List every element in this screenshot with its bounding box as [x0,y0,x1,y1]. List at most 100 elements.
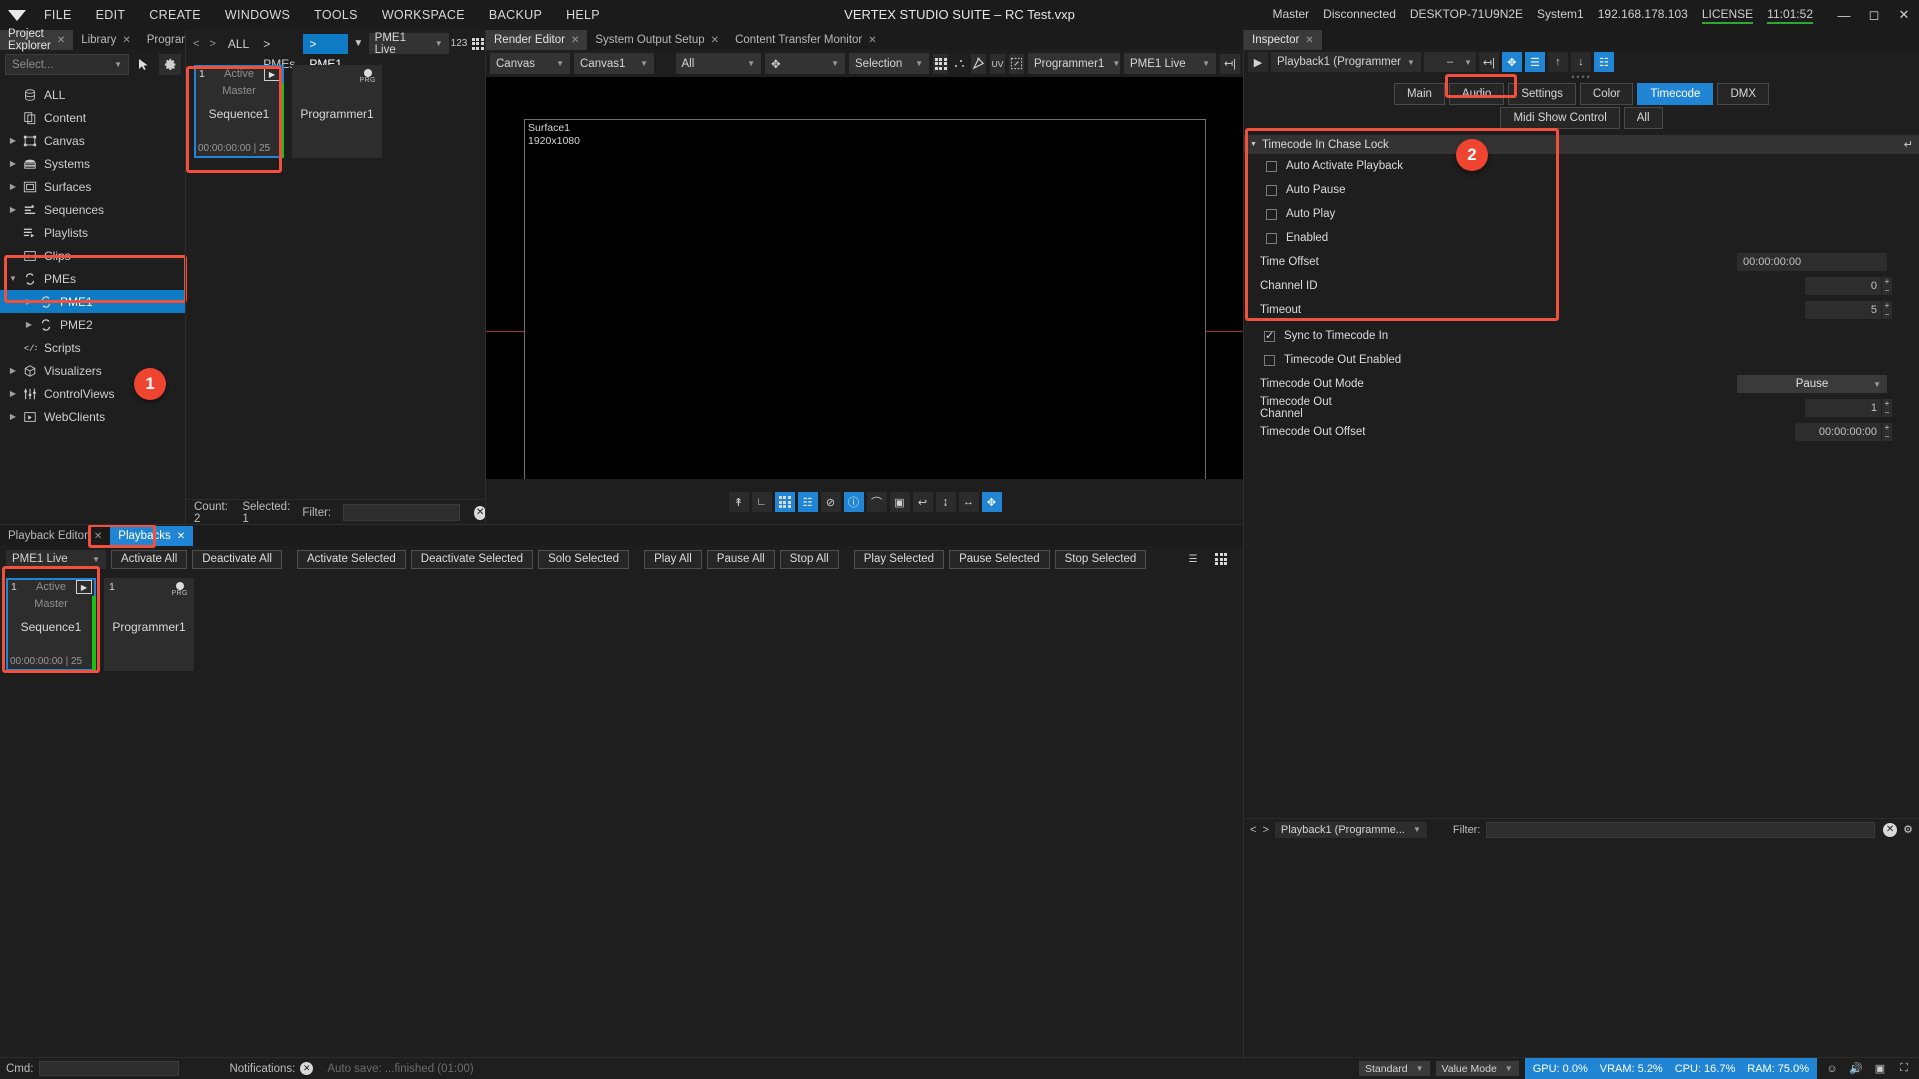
tree-item-pme2[interactable]: ▶ PME2 [0,313,186,336]
chevron-right-icon[interactable]: ▶ [22,297,36,306]
camera-icon[interactable]: ▣ [889,492,910,512]
grid-icon[interactable] [774,492,795,512]
nosnap-icon[interactable]: ⊘ [820,492,841,512]
playbacks-button-deactivate-all[interactable]: Deactivate All [192,549,282,569]
up-arrow-icon[interactable]: ↑ [1547,52,1568,72]
decrement-icon[interactable]: − [1882,408,1892,417]
selection-mode-dropdown[interactable]: Selection ▼ [849,53,929,74]
bounds-icon[interactable] [1009,53,1024,74]
increment-icon[interactable]: + [1882,277,1892,286]
playbacks-button-pause-selected[interactable]: Pause Selected [949,549,1050,569]
snap-icon[interactable]: ↟ [728,492,749,512]
undo-icon[interactable]: ↩ [912,492,933,512]
programmer-dropdown[interactable]: Programmer1 ▼ [1028,53,1120,74]
playbacks-button-play-all[interactable]: Play All [644,549,702,569]
grid-icon[interactable] [933,53,948,74]
info-icon[interactable]: ⓘ [843,492,864,512]
inspector-tab-color[interactable]: Color [1579,83,1634,105]
grid-view-icon[interactable] [469,33,486,54]
close-icon[interactable]: ✕ [177,531,185,542]
move-tool-dropdown[interactable]: ✥ ▼ [765,53,845,74]
tab-playbacks[interactable]: Playbacks ✕ [110,526,194,546]
inspector-tab-audio[interactable]: Audio [1448,83,1505,105]
status-11-01-52[interactable]: 11:01:52 [1767,7,1813,24]
back-icon[interactable]: < [189,38,203,50]
increment-icon[interactable]: + [1882,423,1892,432]
curve-icon[interactable]: ⌒ [866,492,887,512]
grid-view-icon[interactable] [1210,549,1232,570]
list-icon[interactable]: ☰ [1524,52,1545,72]
spinner[interactable]: + − [1882,423,1892,441]
gear-icon[interactable] [159,54,181,75]
tree-item-surfaces[interactable]: ▶ Surfaces [0,175,186,198]
mesh-icon[interactable] [971,53,986,74]
close-icon[interactable]: ✕ [122,35,130,46]
cursor-icon[interactable] [133,54,155,75]
checkbox-row[interactable]: Sync to Timecode In [1244,324,1919,348]
down-arrow-icon[interactable]: ↓ [1570,52,1591,72]
breadcrumb-all[interactable]: ALL [222,34,255,54]
tree-item-content[interactable]: Content [0,106,186,129]
numbers-toggle[interactable]: 123 [451,33,468,54]
close-icon[interactable]: ✕ [1889,0,1919,30]
tab-library[interactable]: Library ✕ [73,30,139,50]
level-bar[interactable] [280,83,284,158]
close-icon[interactable]: ✕ [94,531,102,542]
playbacks-button-stop-selected[interactable]: Stop Selected [1054,549,1147,569]
increment-icon[interactable]: + [1882,301,1892,310]
tree-item-canvas[interactable]: ▶ Canvas [0,129,186,152]
target-icon[interactable]: ✥ [1501,52,1522,72]
playback-card[interactable]: 1 Active Master ▶ Sequence1 00:00:00:00 | 25 [194,65,284,158]
checkbox-row[interactable]: Auto Activate Playback [1244,154,1919,178]
menu-edit[interactable]: EDIT [84,0,138,30]
playbacks-button-play-selected[interactable]: Play Selected [853,549,945,569]
points-icon[interactable] [952,54,967,74]
divider-vertical-1[interactable] [185,30,186,525]
playback-card[interactable]: 1 Active Master ▶ Sequence1 00:00:00:00 | 25 [6,578,96,671]
breadcrumb-pmes[interactable]: > PMEs [257,34,301,71]
chevron-right-icon[interactable]: ▶ [6,159,20,168]
checkbox-sync-to-timecode-in[interactable] [1264,329,1275,342]
decrement-icon[interactable]: − [1882,432,1892,441]
chevron-down-icon[interactable]: ▼ [350,33,367,54]
select-dropdown[interactable]: Select... ▼ [5,54,129,75]
status-license[interactable]: LICENSE [1701,7,1754,24]
chevron-right-icon[interactable]: ▶ [6,205,20,214]
chevron-right-icon[interactable]: ▶ [6,412,20,421]
tree-item-pme1[interactable]: ▶ PME1 [0,290,186,313]
filter-dropdown[interactable]: All ▼ [675,53,761,74]
pin-icon[interactable]: ↤| [1220,53,1240,74]
playbacks-button-pause-all[interactable]: Pause All [706,549,775,569]
breadcrumb-pme1[interactable]: > PME1 [303,33,348,71]
divider-vertical-2[interactable] [485,30,486,525]
close-icon[interactable]: ✕ [868,35,876,46]
playback-card[interactable]: 1 PRG Programmer1 [104,578,194,671]
chevron-right-icon[interactable]: ▶ [6,136,20,145]
spinner[interactable]: + − [1882,399,1892,417]
tree-item-pmes[interactable]: ▼ PMEs [0,267,186,290]
playbacks-button-stop-all[interactable]: Stop All [779,549,839,569]
inspector-tab-main[interactable]: Main [1393,83,1445,105]
user-icon[interactable]: ☺ [1823,1060,1841,1078]
menu-file[interactable]: FILE [32,0,84,30]
menu-windows[interactable]: WINDOWS [213,0,302,30]
chevron-right-icon[interactable]: ▶ [6,366,20,375]
menu-workspace[interactable]: WORKSPACE [370,0,477,30]
clear-notifications-icon[interactable]: ✕ [300,1062,314,1075]
close-icon[interactable]: ✕ [1305,35,1313,46]
chevron-right-icon[interactable]: ▶ [6,182,20,191]
maximize-icon[interactable]: ◻ [1859,0,1889,30]
inspector-subtab-all[interactable]: All [1623,107,1663,129]
checkbox-auto-play[interactable] [1266,208,1277,220]
playbacks-button-deactivate-selected[interactable]: Deactivate Selected [410,549,534,569]
speaker-icon[interactable]: 🔊 [1847,1060,1865,1078]
tree-item-webclients[interactable]: ▶ WebClients [0,405,186,428]
chevron-down-icon[interactable]: ▼ [6,274,20,283]
guides-icon[interactable]: ☷ [797,492,818,512]
spinner[interactable]: + − [1882,277,1892,295]
divider-horizontal-1[interactable] [0,524,1243,525]
list-view-icon[interactable]: ☰ [1182,549,1204,570]
inspector-footer-object[interactable]: Playback1 (Programme... ▼ [1274,821,1427,838]
playbacks-button-solo-selected[interactable]: Solo Selected [538,549,630,569]
hruler-icon[interactable]: ↔ [958,492,979,512]
